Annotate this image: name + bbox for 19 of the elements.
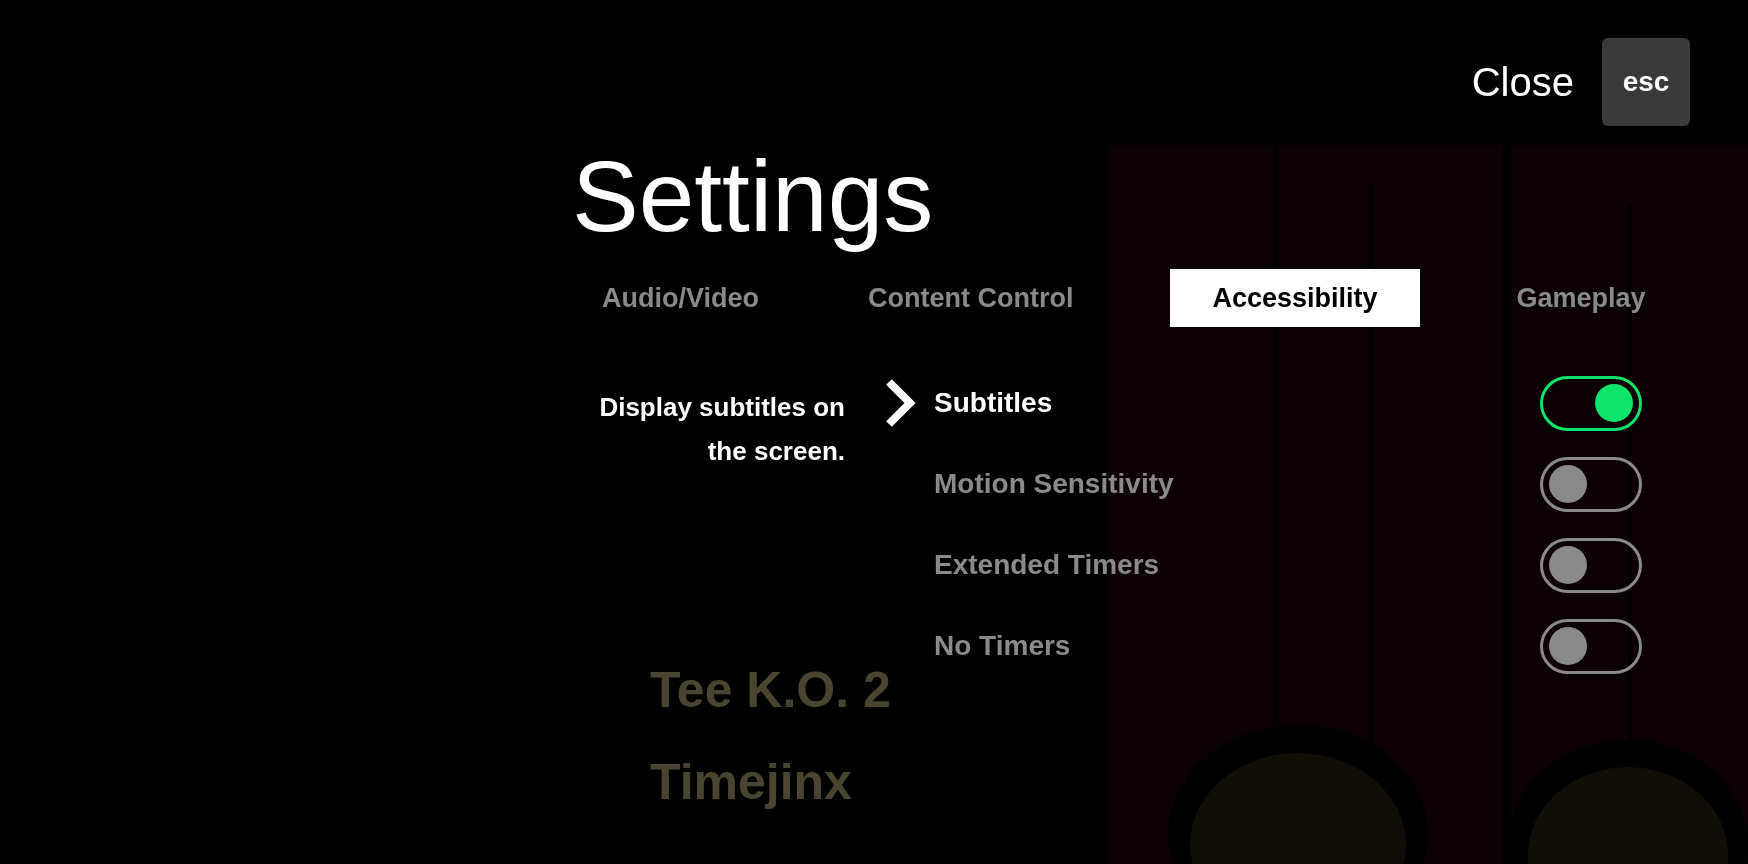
tab[interactable]: Accessibility [1170,269,1420,327]
toggle-switch[interactable] [1540,375,1642,431]
close-label: Close [1471,59,1574,106]
option-label[interactable]: No Timers [934,625,1540,667]
option-label[interactable]: Subtitles [934,382,1540,424]
game-title: Tee K.O. 2 [650,665,891,715]
tab[interactable]: Content Control [856,269,1086,327]
option-description: Display subtitles on the screen. [598,391,845,468]
esc-key[interactable]: esc [1602,38,1690,126]
settings-title: Settings [572,139,934,254]
option-label[interactable]: Extended Timers [934,544,1540,586]
game-title: Timejinx [650,757,853,807]
tab[interactable]: Gameplay [1504,269,1658,327]
toggle-switch[interactable] [1540,456,1642,512]
toggle-switch[interactable] [1540,537,1642,593]
tab[interactable]: Audio/Video [590,269,771,327]
toggle-switch[interactable] [1540,618,1642,674]
chevron-icon [884,378,916,428]
option-label[interactable]: Motion Sensitivity [934,463,1540,505]
